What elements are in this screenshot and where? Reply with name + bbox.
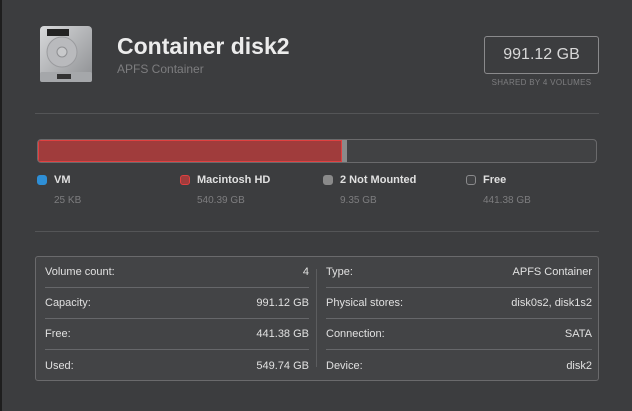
detail-value: 991.12 GB bbox=[256, 297, 309, 309]
detail-row: Used: 549.74 GB bbox=[45, 350, 309, 381]
detail-row: Free: 441.38 GB bbox=[45, 319, 309, 350]
detail-row: Physical stores: disk0s2, disk1s2 bbox=[326, 288, 592, 319]
detail-value: disk0s2, disk1s2 bbox=[511, 297, 592, 309]
divider bbox=[35, 113, 599, 114]
detail-value: 441.38 GB bbox=[256, 328, 309, 340]
legend-value: 9.35 GB bbox=[340, 195, 377, 206]
legend-dot-icon bbox=[323, 175, 333, 185]
hard-drive-icon bbox=[40, 26, 92, 82]
detail-row: Type: APFS Container bbox=[326, 257, 592, 288]
legend-label: Free bbox=[483, 174, 507, 186]
detail-label: Physical stores: bbox=[326, 297, 404, 309]
detail-row: Device: disk2 bbox=[326, 350, 592, 381]
detail-row: Capacity: 991.12 GB bbox=[45, 288, 309, 319]
legend-value: 540.39 GB bbox=[197, 195, 245, 206]
page-title: Container disk2 bbox=[117, 33, 290, 59]
divider bbox=[35, 231, 599, 232]
legend-dot-icon bbox=[180, 175, 190, 185]
legend-dot-icon bbox=[37, 175, 47, 185]
usage-segment bbox=[342, 140, 348, 162]
subtitle: APFS Container bbox=[117, 62, 204, 76]
shared-label: SHARED BY 4 VOLUMES bbox=[491, 78, 592, 87]
detail-value: 549.74 GB bbox=[256, 359, 309, 372]
detail-value: disk2 bbox=[566, 359, 592, 372]
detail-label: Connection: bbox=[326, 328, 385, 340]
detail-value: SATA bbox=[564, 328, 592, 340]
legend-value: 25 KB bbox=[54, 195, 82, 206]
detail-label: Device: bbox=[326, 359, 363, 372]
detail-label: Free: bbox=[45, 328, 71, 340]
legend-label: VM bbox=[54, 174, 71, 186]
detail-label: Used: bbox=[45, 359, 74, 372]
legend-item: VM bbox=[37, 174, 71, 186]
detail-value: 4 bbox=[302, 266, 309, 278]
detail-row: Volume count: 4 bbox=[45, 257, 309, 288]
legend-dot-icon bbox=[466, 175, 476, 185]
details-table: Volume count: 4 Capacity: 991.12 GB Free: 441… bbox=[35, 256, 599, 381]
column-divider bbox=[316, 269, 317, 367]
legend-value: 441.38 GB bbox=[483, 195, 531, 206]
legend-item: Free bbox=[466, 174, 506, 186]
legend-item: 2 Not Mounted bbox=[323, 174, 416, 186]
usage-bar bbox=[37, 139, 597, 163]
detail-value: APFS Container bbox=[512, 266, 592, 278]
detail-label: Volume count: bbox=[45, 266, 115, 278]
detail-row: Connection: SATA bbox=[326, 319, 592, 350]
legend-label: Macintosh HD bbox=[197, 174, 271, 186]
usage-segment bbox=[38, 140, 343, 162]
legend-item: Macintosh HD bbox=[180, 174, 270, 186]
detail-label: Capacity: bbox=[45, 297, 91, 309]
legend-label: 2 Not Mounted bbox=[340, 174, 417, 186]
capacity-box: 991.12 GB bbox=[484, 36, 599, 74]
detail-label: Type: bbox=[326, 266, 353, 278]
